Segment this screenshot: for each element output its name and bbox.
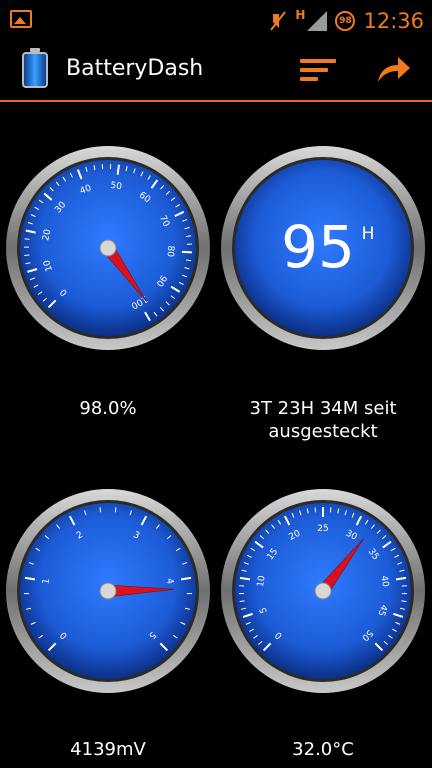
picture-icon xyxy=(10,10,32,28)
tick-label: 25 xyxy=(317,524,328,534)
unplugged-time-readout: 3T 23H 34M seit ausgesteckt xyxy=(220,397,426,443)
battery-level-gauge: 0 10 20 30 40 50 60 70 80 90 100 xyxy=(5,145,211,351)
status-icons: H 98 12:36 xyxy=(269,6,424,36)
action-bar: BatteryDash xyxy=(0,42,432,102)
menu-icon[interactable] xyxy=(296,56,340,86)
needle-hub xyxy=(99,582,117,600)
temperature-readout: 32.0°C xyxy=(292,739,354,760)
tick-label: 40 xyxy=(378,575,390,588)
needle-hub xyxy=(314,582,332,600)
status-time: 12:36 xyxy=(363,9,424,33)
uptime-hours-unit: H xyxy=(362,224,375,244)
app-title: BatteryDash xyxy=(66,56,204,81)
signal-icon xyxy=(307,11,328,31)
unplugged-time-gauge: 95 H xyxy=(220,145,426,351)
unplugged-time-line1: 3T 23H 34M seit xyxy=(249,398,397,419)
battery-icon: 98 xyxy=(335,11,356,31)
unplugged-time-line2: ausgesteckt xyxy=(268,421,378,442)
major-tick xyxy=(116,164,120,175)
tick-label: 10 xyxy=(256,575,268,588)
uptime-hours-value: 95 xyxy=(281,213,355,281)
tick-label: 80 xyxy=(165,245,176,257)
muted-icon xyxy=(270,11,287,31)
minor-tick xyxy=(24,238,30,240)
network-type: H xyxy=(295,8,306,22)
minor-tick xyxy=(401,600,407,603)
status-bar: H 98 12:36 xyxy=(0,0,432,42)
share-icon[interactable] xyxy=(372,52,416,88)
minor-tick xyxy=(239,600,245,603)
voltage-readout: 4139mV xyxy=(70,739,146,760)
temperature-gauge: 0 5 10 15 20 25 30 35 40 45 50 xyxy=(220,488,426,694)
tick-label: 50 xyxy=(110,181,123,192)
voltage-gauge: 012345 xyxy=(5,488,211,694)
battery-level-readout: 98.0% xyxy=(79,398,137,419)
battery-app-icon[interactable] xyxy=(22,48,48,88)
major-tick xyxy=(181,250,192,254)
needle-hub xyxy=(99,239,117,257)
